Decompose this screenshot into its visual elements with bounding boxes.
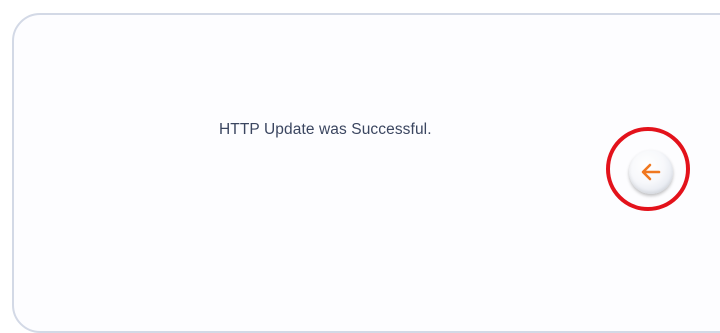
arrow-left-icon	[641, 163, 661, 181]
status-message: HTTP Update was Successful.	[219, 121, 432, 138]
back-button[interactable]	[629, 150, 673, 194]
status-panel	[12, 13, 720, 333]
